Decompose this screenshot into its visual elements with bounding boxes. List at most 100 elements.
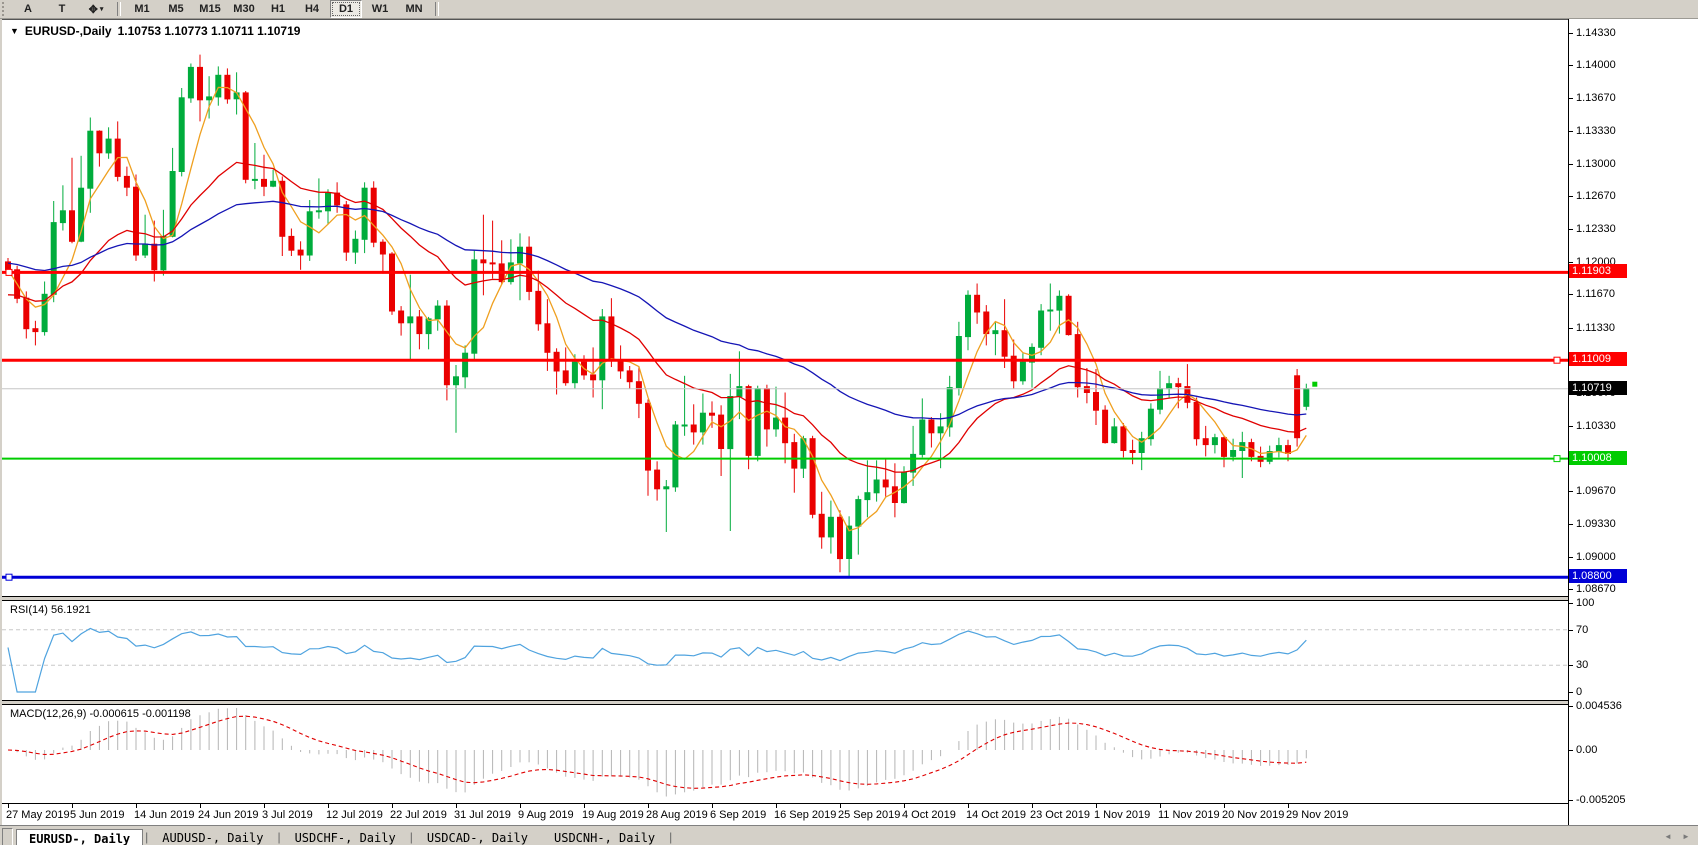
macd-axis-label: 0.00 <box>1576 744 1597 756</box>
chart-tab-usdcnh[interactable]: USDCNH-, Daily <box>542 829 667 845</box>
price-tick-label: 1.13670 <box>1576 92 1616 104</box>
date-tick-label: 9 Aug 2019 <box>518 809 574 821</box>
candlestick-chart-panel[interactable]: ▼ EURUSD-,Daily 1.10753 1.10773 1.10711 … <box>2 19 1568 597</box>
price-badge-1.08800: 1.08800 <box>1569 569 1627 583</box>
rsi-label: RSI(14) 56.1921 <box>10 604 91 616</box>
tab-bar-grip[interactable] <box>2 828 13 845</box>
chart-title: ▼ EURUSD-,Daily 1.10753 1.10773 1.10711 … <box>10 24 300 38</box>
timeframe-h4-button[interactable]: H4 <box>296 0 328 18</box>
mt4-window: AT✥▾ M1M5M15M30H1H4D1W1MN ▼ EURUSD-,Daily… <box>0 0 1698 845</box>
date-tick-label: 1 Nov 2019 <box>1094 809 1150 821</box>
axis-tick <box>1569 630 1573 631</box>
rsi-chart-svg[interactable] <box>2 601 1568 700</box>
price-tick-label: 1.08670 <box>1576 583 1616 595</box>
price-tick-label: 1.12330 <box>1576 223 1616 235</box>
date-tick <box>712 804 713 808</box>
price-tick-label: 1.10330 <box>1576 420 1616 432</box>
rsi-axis-label: 30 <box>1576 659 1588 671</box>
axis-tick <box>1569 164 1573 165</box>
timeframe-h1-button[interactable]: H1 <box>262 0 294 18</box>
date-tick-label: 23 Oct 2019 <box>1030 809 1090 821</box>
date-tick-label: 24 Jun 2019 <box>198 809 259 821</box>
axis-tick <box>1569 524 1573 525</box>
chart-tab-usdchf[interactable]: USDCHF-, Daily <box>283 829 408 845</box>
axis-tick <box>1569 603 1573 604</box>
price-tick-label: 1.12670 <box>1576 190 1616 202</box>
axis-tick <box>1569 589 1573 590</box>
date-tick-label: 11 Nov 2019 <box>1158 809 1220 821</box>
date-tick <box>520 804 521 808</box>
price-tick-label: 1.13330 <box>1576 125 1616 137</box>
date-tick-label: 28 Aug 2019 <box>646 809 708 821</box>
date-tick <box>584 804 585 808</box>
timeframe-w1-button[interactable]: W1 <box>364 0 396 18</box>
chart-symbol-label: EURUSD-,Daily <box>25 24 112 38</box>
cursor-tool-button[interactable]: ✥▾ <box>80 0 112 18</box>
chart-tab-eurusd[interactable]: EURUSD-, Daily <box>16 829 143 845</box>
price-badge-1.10008: 1.10008 <box>1569 451 1627 465</box>
price-axis[interactable]: 1.143301.140001.136701.133301.130001.126… <box>1568 19 1698 825</box>
chart-tab-bar: EURUSD-, Daily|AUDUSD-, Daily|USDCHF-, D… <box>0 825 1698 845</box>
axis-tick <box>1569 692 1573 693</box>
axis-tick <box>1569 665 1573 666</box>
timeframe-d1-button[interactable]: D1 <box>330 0 362 18</box>
date-tick <box>968 804 969 808</box>
text-tool-button[interactable]: T <box>46 0 78 18</box>
axis-tick <box>1569 65 1573 66</box>
tab-scroll-left-icon[interactable]: ◄ <box>1660 829 1676 843</box>
date-tick <box>1224 804 1225 808</box>
axis-tick <box>1569 800 1573 801</box>
panel-divider[interactable] <box>2 700 1698 705</box>
price-badge-1.10719: 1.10719 <box>1569 381 1627 395</box>
timeframe-m15-button[interactable]: M15 <box>194 0 226 18</box>
candlestick-chart-svg[interactable] <box>2 20 1568 597</box>
timeframe-mn-button[interactable]: MN <box>398 0 430 18</box>
tab-scroll-right-icon[interactable]: ► <box>1678 829 1694 843</box>
timeframe-m30-button[interactable]: M30 <box>228 0 260 18</box>
macd-axis-label: -0.005205 <box>1576 794 1626 806</box>
axis-tick <box>1569 491 1573 492</box>
axis-tick <box>1569 426 1573 427</box>
date-tick <box>8 804 9 808</box>
date-tick-label: 19 Aug 2019 <box>582 809 644 821</box>
timeframe-m1-button[interactable]: M1 <box>126 0 158 18</box>
date-tick <box>200 804 201 808</box>
price-tick-label: 1.09670 <box>1576 485 1616 497</box>
date-tick-label: 20 Nov 2019 <box>1222 809 1284 821</box>
tab-scroll-arrows: ◄ ► <box>1660 829 1694 843</box>
date-tick-label: 4 Oct 2019 <box>902 809 956 821</box>
macd-panel[interactable]: MACD(12,26,9) -0.000615 -0.001198 <box>2 705 1568 803</box>
price-tick-label: 1.14330 <box>1576 27 1616 39</box>
panel-divider[interactable] <box>2 596 1698 601</box>
macd-chart-svg[interactable] <box>2 705 1568 803</box>
arrow-a-tool-button[interactable]: A <box>12 0 44 18</box>
axis-tick <box>1569 750 1573 751</box>
date-tick-label: 5 Jun 2019 <box>70 809 124 821</box>
date-axis[interactable]: 27 May 20195 Jun 201914 Jun 201924 Jun 2… <box>2 803 1568 826</box>
rsi-axis-label: 70 <box>1576 624 1588 636</box>
axis-tick <box>1569 557 1573 558</box>
date-tick-label: 31 Jul 2019 <box>454 809 511 821</box>
toolbar-grip[interactable] <box>2 2 7 16</box>
tabs-holder: EURUSD-, Daily|AUDUSD-, Daily|USDCHF-, D… <box>16 828 672 845</box>
timeframe-m5-button[interactable]: M5 <box>160 0 192 18</box>
price-tick-label: 1.11670 <box>1576 288 1615 300</box>
chart-tab-usdcad[interactable]: USDCAD-, Daily <box>415 829 540 845</box>
date-tick <box>840 804 841 808</box>
toolbar: AT✥▾ M1M5M15M30H1H4D1W1MN <box>0 0 1698 19</box>
date-tick-label: 14 Oct 2019 <box>966 809 1026 821</box>
date-tick <box>328 804 329 808</box>
chart-area: ▼ EURUSD-,Daily 1.10753 1.10773 1.10711 … <box>2 19 1568 825</box>
price-tick-label: 1.09330 <box>1576 518 1616 530</box>
chart-dropdown-icon[interactable]: ▼ <box>10 26 19 36</box>
axis-tick <box>1569 33 1573 34</box>
rsi-panel[interactable]: RSI(14) 56.1921 <box>2 601 1568 700</box>
date-tick-label: 16 Sep 2019 <box>774 809 836 821</box>
date-tick-label: 12 Jul 2019 <box>326 809 383 821</box>
date-tick <box>1288 804 1289 808</box>
price-tick-label: 1.09000 <box>1576 551 1616 563</box>
date-tick <box>1032 804 1033 808</box>
chart-tab-audusd[interactable]: AUDUSD-, Daily <box>150 829 275 845</box>
price-tick-label: 1.13000 <box>1576 158 1616 170</box>
date-tick-label: 14 Jun 2019 <box>134 809 195 821</box>
